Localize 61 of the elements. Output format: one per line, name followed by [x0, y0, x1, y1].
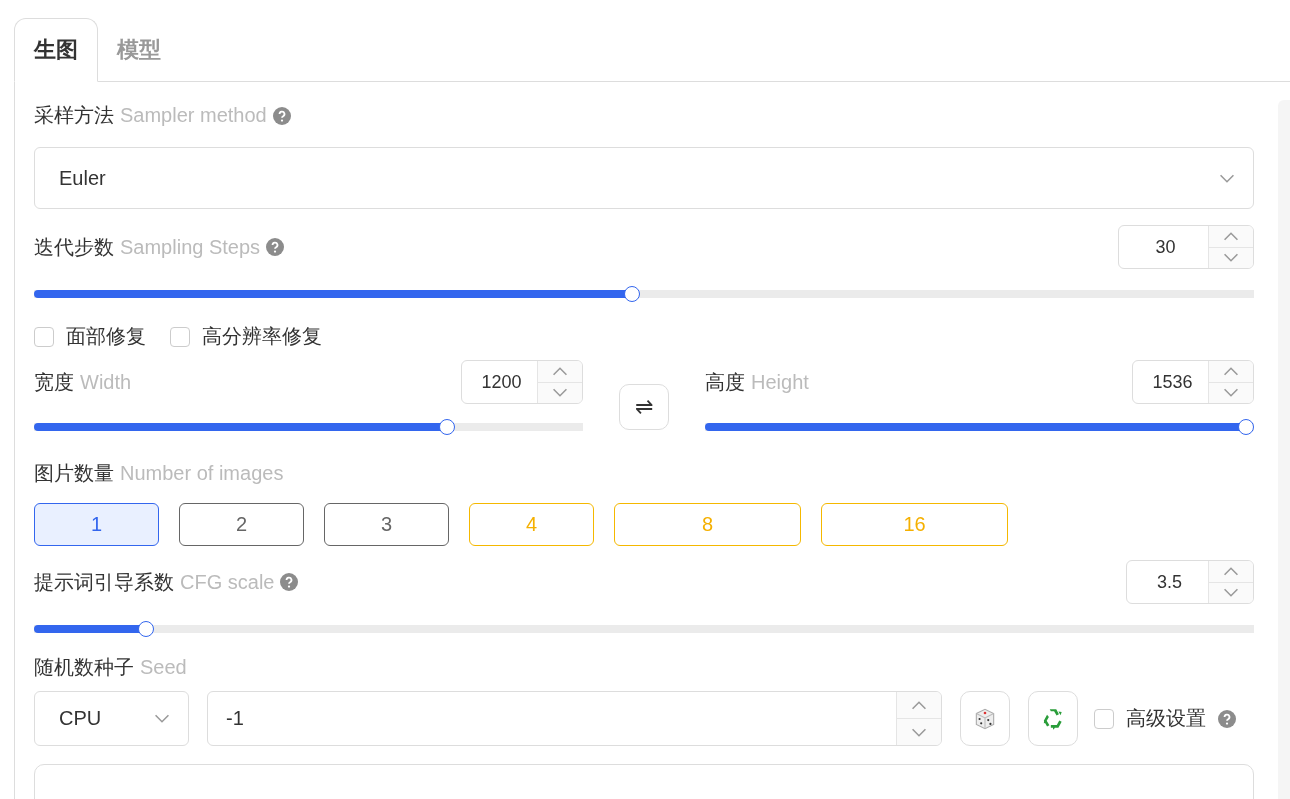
field-label: 提示词引导系数: [34, 569, 174, 595]
swap-button[interactable]: ⇌: [619, 384, 669, 430]
number-value: 3.5: [1156, 570, 1183, 594]
number-value: 30: [1154, 235, 1177, 259]
chevron-up-icon: [1223, 566, 1239, 576]
field-label: 随机数种子: [34, 655, 134, 680]
number-input[interactable]: 1200: [461, 360, 583, 404]
checkbox-label: 面部修复: [66, 324, 146, 349]
sampler-select[interactable]: Euler: [34, 147, 1254, 209]
field-label-english: CFG scale: [180, 570, 275, 594]
number-input[interactable]: 1536: [1132, 360, 1254, 404]
help-icon[interactable]: [266, 238, 285, 256]
field-label: 采样方法: [34, 103, 114, 128]
slider-handle[interactable]: [439, 419, 456, 435]
number-value: 1536: [1151, 370, 1194, 394]
help-icon[interactable]: [280, 573, 299, 591]
checkbox[interactable]: [34, 326, 54, 347]
field-label: 图片数量: [34, 461, 114, 486]
device-select[interactable]: CPU: [34, 691, 189, 746]
checkbox[interactable]: [170, 326, 190, 347]
field-label-english: Seed: [140, 656, 187, 679]
seed-input[interactable]: -1: [207, 691, 942, 746]
chevron-up-icon: [552, 366, 568, 376]
help-icon[interactable]: [1218, 709, 1236, 728]
chevron-up-icon: [1223, 366, 1239, 376]
field-label-english: Width: [80, 370, 132, 394]
field-label: 宽度: [34, 369, 74, 395]
seed-value: -1: [225, 706, 245, 731]
reuse-seed-button[interactable]: [1028, 691, 1078, 746]
chevron-down-icon: [1219, 173, 1235, 183]
checkbox-label: 高分辨率修复: [202, 324, 322, 349]
field-label-english: Height: [751, 370, 809, 394]
chevron-up-icon: [911, 700, 927, 710]
checkbox-label: 高级设置: [1126, 706, 1206, 731]
number-input[interactable]: 30: [1118, 225, 1254, 269]
checkbox[interactable]: [1094, 708, 1114, 729]
help-icon[interactable]: [272, 106, 291, 125]
field-label: 高度: [705, 369, 745, 395]
number-input[interactable]: 3.5: [1126, 560, 1254, 604]
count-option[interactable]: 3: [324, 503, 449, 546]
chevron-up-icon: [1223, 231, 1239, 241]
count-option[interactable]: 1: [34, 503, 159, 546]
slider-handle[interactable]: [623, 286, 640, 302]
number-value: 1200: [480, 370, 523, 394]
field-label-english: Sampler method: [120, 104, 267, 127]
tab[interactable]: 生图: [14, 18, 98, 82]
chevron-down-icon: [1223, 388, 1239, 398]
select-value: Euler: [59, 166, 106, 190]
field-label: 迭代步数: [34, 234, 114, 260]
chevron-down-icon: [911, 727, 927, 737]
select-value: CPU: [59, 707, 102, 730]
random-seed-button[interactable]: [960, 691, 1010, 746]
chevron-down-icon: [1223, 588, 1239, 598]
slider-handle[interactable]: [137, 621, 154, 637]
chevron-down-icon: [552, 388, 568, 398]
field-label-english: Number of images: [120, 462, 284, 485]
slider-handle[interactable]: [1238, 419, 1254, 435]
chevron-down-icon: [154, 714, 170, 723]
count-option[interactable]: 2: [179, 503, 304, 546]
chevron-down-icon: [1223, 253, 1239, 263]
field-label-english: Sampling Steps: [120, 235, 261, 259]
